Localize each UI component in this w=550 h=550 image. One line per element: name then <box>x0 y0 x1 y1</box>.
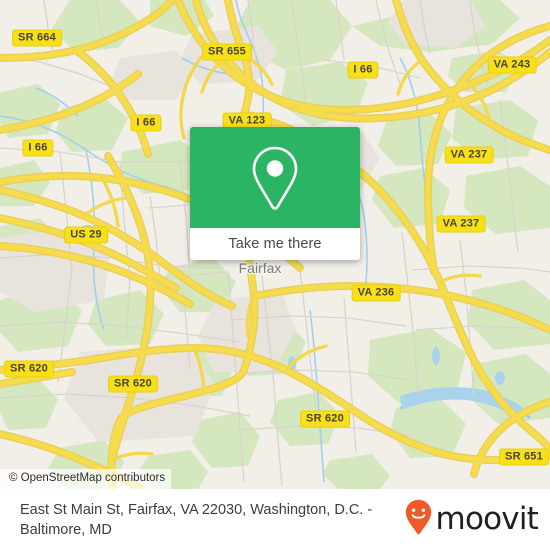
footer-bar: East St Main St, Fairfax, VA 22030, Wash… <box>0 489 550 550</box>
take-me-there-button[interactable]: Take me there <box>190 228 360 260</box>
road-shield: SR 651 <box>499 448 549 466</box>
road-shield: I 66 <box>130 114 162 132</box>
road-shield: VA 236 <box>351 284 401 302</box>
place-label-fairfax: Fairfax <box>238 260 282 276</box>
road-shield: VA 237 <box>436 215 486 233</box>
map-viewport[interactable]: SR 664 SR 655 I 66 VA 243 I 66 VA 123 I … <box>0 0 550 489</box>
road-shield: VA 243 <box>487 56 537 74</box>
take-me-there-label: Take me there <box>228 236 322 252</box>
map-attribution[interactable]: © OpenStreetMap contributors <box>0 469 172 489</box>
footer-address-text: East St Main St, Fairfax, VA 22030, Wash… <box>20 501 373 538</box>
popup-header <box>190 127 360 228</box>
road-shield: SR 620 <box>108 375 158 393</box>
road-shield: SR 620 <box>4 360 54 378</box>
location-pin-outline-icon <box>249 145 301 211</box>
road-shield: I 66 <box>22 139 54 157</box>
road-shield: SR 655 <box>202 43 252 61</box>
moovit-logo[interactable]: moovit <box>405 499 539 540</box>
location-popup-card[interactable]: Take me there <box>190 127 360 260</box>
road-shield: US 29 <box>64 226 108 244</box>
map-screenshot: SR 664 SR 655 I 66 VA 243 I 66 VA 123 I … <box>0 0 550 550</box>
road-shield: SR 620 <box>300 410 350 428</box>
road-shield: VA 237 <box>444 146 494 164</box>
road-shield: I 66 <box>347 61 379 79</box>
moovit-wordmark: moovit <box>435 501 539 537</box>
road-shield: SR 664 <box>12 29 62 47</box>
moovit-smiley-pin-icon <box>405 499 432 540</box>
